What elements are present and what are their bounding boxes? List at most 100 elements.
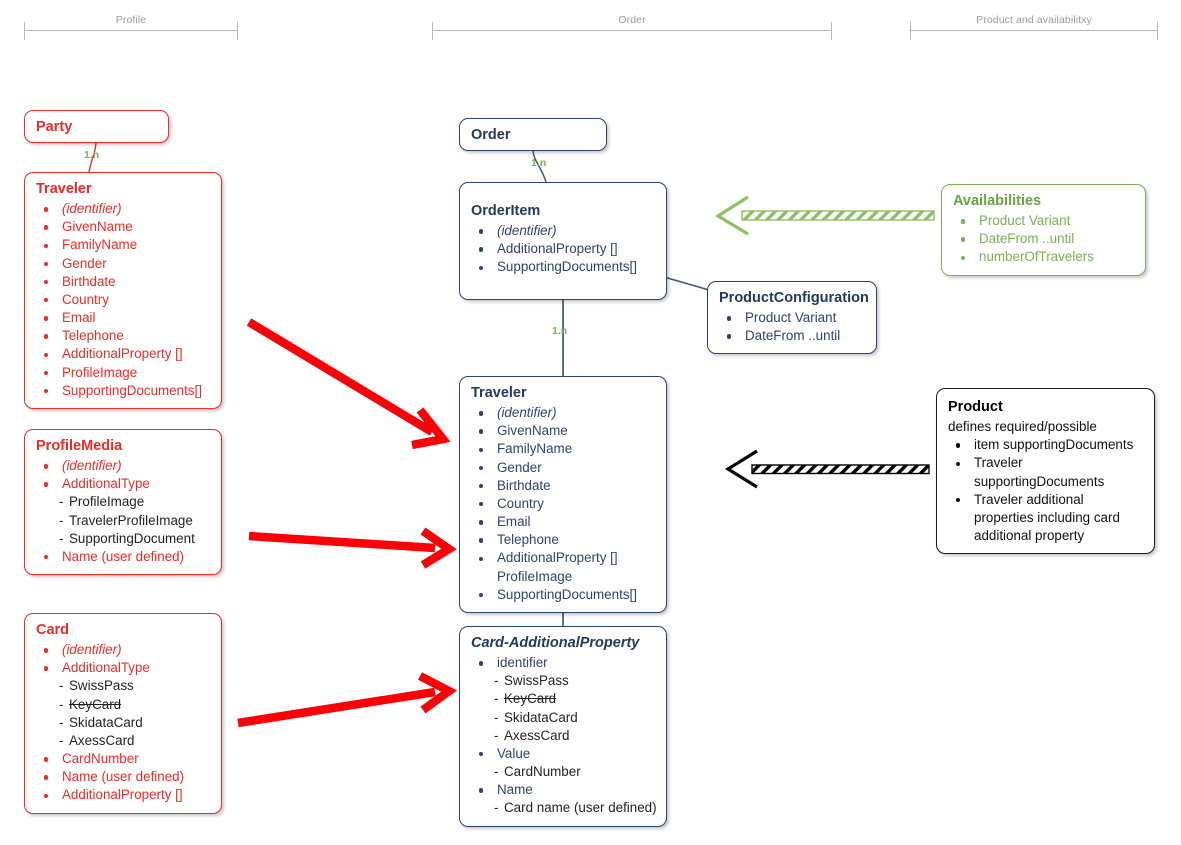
attribute-item: Gender — [35, 255, 211, 273]
group-line — [910, 30, 1158, 31]
group-tick-right — [831, 22, 832, 40]
entity-title: ProfileMedia — [36, 438, 123, 454]
attribute-item: SupportingDocuments[] — [470, 586, 656, 604]
entity-attribute-list: Product Variant DateFrom ..until numberO… — [952, 212, 1135, 266]
attribute-item: ProfileImage — [497, 568, 573, 584]
attribute-item: Telephone — [470, 531, 656, 549]
entity-attribute-list: item supportingDocuments Traveler suppor… — [947, 436, 1144, 545]
entity-box-party[interactable]: Party — [24, 110, 169, 143]
attribute-item: Country — [470, 495, 656, 513]
group-tick-right — [1157, 22, 1158, 40]
attribute-item: Country — [35, 291, 211, 309]
entity-attribute-list: (identifier) AdditionalType ProfileImage… — [35, 457, 211, 566]
attribute-item: Name (user defined) — [35, 548, 211, 566]
entity-attribute-list: Product Variant DateFrom ..until — [718, 309, 866, 345]
entity-box-product-configuration[interactable]: ProductConfiguration Product Variant Dat… — [707, 281, 877, 355]
group-label-order: Order — [618, 14, 646, 26]
group-label-product-availability: Product and availabilitxy — [976, 14, 1092, 26]
attribute-item: Gender — [470, 459, 656, 477]
attribute-item: Email — [470, 513, 656, 531]
entity-title: Product — [948, 399, 1003, 415]
attribute-subitem: AxessCard — [35, 732, 211, 750]
entity-box-traveler-profile[interactable]: Traveler (identifier) GivenName FamilyNa… — [24, 172, 222, 409]
attribute-item: SupportingDocuments[] — [35, 382, 211, 400]
group-tick-right — [237, 22, 238, 40]
group-label-profile: Profile — [115, 14, 147, 26]
group-tick-left — [910, 22, 911, 40]
entity-box-profile-media[interactable]: ProfileMedia (identifier) AdditionalType… — [24, 429, 222, 576]
attribute-item: AdditionalProperty [] — [35, 786, 211, 804]
entity-box-availabilities[interactable]: Availabilities Product Variant DateFrom … — [941, 184, 1146, 276]
entity-title: Availabilities — [953, 193, 1042, 209]
cardinality-label-orderitem-traveler: 1.n — [552, 325, 568, 337]
group-line — [432, 30, 832, 31]
cardinality-label-order-orderitem: 1.n — [531, 157, 547, 169]
entity-box-order[interactable]: Order — [459, 118, 607, 151]
entity-subtitle: defines required/possible — [948, 419, 1097, 435]
attribute-item: (identifier) — [470, 222, 656, 240]
attribute-item: Product Variant — [952, 212, 1135, 230]
entity-title: Order — [471, 127, 511, 143]
attribute-item: identifier — [470, 654, 656, 672]
attribute-item: SupportingDocuments[] — [470, 258, 656, 276]
annotation-arrow-card-to-card-additional-property — [237, 672, 458, 728]
entity-box-product[interactable]: Product defines required/possible item s… — [936, 388, 1155, 555]
entity-attribute-list: identifier SwissPass KeyCard SkidataCard… — [470, 654, 657, 818]
attribute-item: (identifier) — [35, 457, 211, 475]
attribute-item: FamilyName — [470, 440, 656, 458]
annotation-arrow-availabilities-to-product-configuration — [714, 195, 935, 236]
attribute-item: numberOfTravelers — [952, 248, 1135, 266]
attribute-item: Traveler supportingDocuments — [947, 454, 1144, 490]
entity-attribute-list: (identifier) GivenName FamilyName Gender… — [35, 200, 211, 400]
attribute-item: Value — [470, 745, 656, 763]
attribute-item: (identifier) — [35, 641, 211, 659]
attribute-subitem: Card name (user defined) — [470, 799, 657, 817]
attribute-item: DateFrom ..until — [718, 327, 866, 345]
attribute-item: GivenName — [35, 218, 211, 236]
group-tick-left — [432, 22, 433, 40]
attribute-item: Email — [35, 309, 211, 327]
attribute-item: AdditionalProperty [] — [470, 549, 656, 567]
attribute-item: (identifier) — [470, 404, 656, 422]
attribute-item: Birthdate — [470, 477, 656, 495]
attribute-subitem: SwissPass — [35, 677, 211, 695]
entity-box-card-additional-property[interactable]: Card-AdditionalProperty identifier Swiss… — [459, 626, 667, 827]
group-bracket-profile: Profile — [24, 14, 238, 44]
attribute-subitem: SkidataCard — [470, 709, 656, 727]
entity-title: ProductConfiguration — [719, 290, 869, 306]
attribute-item: Name (user defined) — [35, 768, 211, 786]
attribute-item: Traveler additional properties including… — [947, 491, 1144, 545]
attribute-item: GivenName — [470, 422, 656, 440]
entity-title: Card — [36, 622, 70, 638]
attribute-item: AdditionalType — [35, 659, 211, 677]
annotation-arrow-profile-media-to-order-traveler — [248, 527, 457, 569]
group-bracket-order: Order — [432, 14, 832, 44]
group-line — [24, 30, 238, 31]
attribute-subitem: TravelerProfileImage — [35, 512, 211, 530]
attribute-item: item supportingDocuments — [947, 436, 1144, 454]
attribute-item: AdditionalProperty [] — [35, 345, 211, 363]
diagram-canvas: Profile Order Product and availabilitxy … — [0, 0, 1181, 845]
attribute-item: FamilyName — [35, 236, 211, 254]
entity-title: Party — [36, 119, 73, 135]
annotation-arrow-product-to-order-traveler — [724, 449, 930, 489]
entity-box-order-item[interactable]: OrderItem (identifier) AdditionalPropert… — [459, 182, 667, 300]
attribute-subitem: AxessCard — [470, 727, 656, 745]
attribute-item: ProfileImage — [35, 364, 211, 382]
attribute-item: AdditionalType — [35, 475, 211, 493]
attribute-subitem: CardNumber — [470, 763, 656, 781]
attribute-item: (identifier) — [35, 200, 211, 218]
attribute-item: Name — [470, 781, 656, 799]
entity-box-card[interactable]: Card (identifier) AdditionalType SwissPa… — [24, 613, 222, 814]
entity-title: Traveler — [471, 385, 527, 401]
entity-title: OrderItem — [471, 203, 541, 219]
entity-title: Traveler — [36, 181, 92, 197]
attribute-subitem: SwissPass — [470, 672, 656, 690]
entity-attribute-list: (identifier) GivenName FamilyName Gender… — [470, 404, 656, 604]
group-tick-left — [24, 22, 25, 40]
group-bracket-product-availability: Product and availabilitxy — [910, 14, 1158, 44]
attribute-subitem: ProfileImage — [35, 493, 211, 511]
attribute-subitem-deprecated: KeyCard — [35, 696, 211, 714]
annotation-arrow-profile-traveler-to-order-traveler — [246, 318, 451, 450]
entity-box-traveler-order[interactable]: Traveler (identifier) GivenName FamilyNa… — [459, 376, 667, 613]
